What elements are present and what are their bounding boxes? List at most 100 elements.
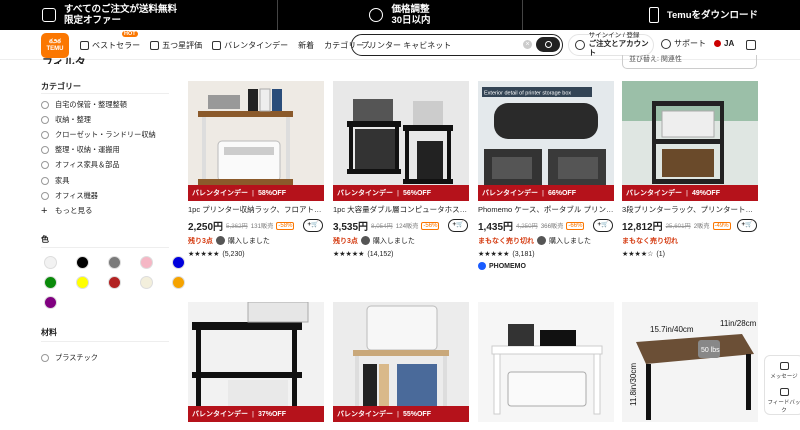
nav-best-sellers[interactable]: ベストセラー HOT — [80, 30, 140, 51]
product-image[interactable]: バレンタインデー | 55%OFF — [333, 302, 469, 422]
color-swatch[interactable] — [172, 256, 185, 269]
color-swatch[interactable] — [76, 256, 89, 269]
promo-line: すべてのご注文が送料無料 — [64, 4, 177, 15]
product-photo — [478, 302, 614, 422]
purchase-status: 購入しました — [549, 237, 591, 245]
category-item[interactable]: 家具 — [41, 173, 169, 188]
promo-free-shipping[interactable]: すべてのご注文が送料無料 限定オファー — [0, 0, 277, 30]
color-swatch[interactable] — [44, 276, 57, 289]
deal-discount: 49%OFF — [691, 189, 720, 197]
rating-row: ★★★★★ (14,152) — [333, 249, 469, 259]
stock-status: まもなく売り切れ — [622, 237, 678, 245]
promo-price-adjust[interactable]: 価格調整 30日以内 — [276, 0, 524, 30]
color-swatch[interactable] — [140, 256, 153, 269]
color-swatches — [44, 256, 187, 309]
nav-valentines[interactable]: バレンタインデー — [212, 40, 288, 51]
category-item[interactable]: クローゼット・ランドリー収納 — [41, 127, 169, 142]
material-title: 材料 — [41, 328, 57, 337]
deal-discount: 37%OFF — [257, 410, 286, 418]
original-price: 4,250円 — [516, 223, 538, 230]
support-button[interactable]: サポート — [661, 38, 706, 49]
clear-icon[interactable]: × — [523, 40, 532, 49]
show-more-button[interactable]: + もっと見る — [41, 203, 169, 218]
account-button[interactable]: サインイン / 登録 ご注文とアカウント — [568, 32, 654, 57]
product-title[interactable]: 1pc 大容量ダブル層コンピュータホス… — [333, 205, 469, 215]
price-row: 1,435円 4,250円 366販売 -66% +🛒 — [478, 219, 614, 233]
category-item[interactable]: 収納・整理 — [41, 112, 169, 127]
product-image[interactable]: バレンタインデー | 37%OFF — [188, 302, 324, 422]
deal-band: バレンタインデー | 55%OFF — [333, 406, 469, 422]
cart-icon[interactable] — [746, 40, 756, 50]
deal-discount: 58%OFF — [257, 189, 286, 197]
deal-band: バレンタインデー | 58%OFF — [188, 185, 324, 201]
messages-button[interactable]: メッセージ — [765, 356, 800, 386]
sold-count: 124販売 — [395, 223, 419, 230]
product-card[interactable]: Exterior detail of printer storage box バ… — [478, 81, 614, 270]
add-to-cart-button[interactable]: +🛒 — [593, 219, 613, 232]
product-title[interactable]: 1pc プリンター収納ラック、フロアト… — [188, 205, 324, 215]
nav-new-arrivals[interactable]: 新着 — [298, 40, 314, 51]
product-title[interactable]: 3段プリンターラック、プリンタート… — [622, 205, 758, 215]
product-image[interactable]: バレンタインデー | 56%OFF — [333, 81, 469, 201]
product-card[interactable]: バレンタインデー | 56%OFF 1pc 大容量ダブル層コンピュータホス… 3,5… — [333, 81, 469, 259]
category-item[interactable]: 整理・収納・運搬用 — [41, 143, 169, 158]
color-swatch[interactable] — [172, 276, 185, 289]
coin-icon — [369, 8, 384, 22]
promo-download-app[interactable]: Temuをダウンロード — [523, 0, 800, 30]
search-button[interactable] — [536, 37, 560, 52]
radio-icon — [41, 146, 49, 155]
category-label: オフィス機器 — [55, 190, 98, 200]
product-card[interactable]: 15.7in/40cm 11in/28cm 11.8in/30cm 50 lbs — [622, 302, 758, 422]
category-item[interactable]: 自宅の保管・整理整頓 — [41, 97, 169, 112]
material-item[interactable]: プラスチック — [41, 350, 98, 365]
color-swatch[interactable] — [140, 276, 153, 289]
deal-band: バレンタインデー | 56%OFF — [333, 185, 469, 201]
category-item[interactable]: オフィス機器 — [41, 188, 169, 203]
product-image[interactable]: バレンタインデー | 49%OFF — [622, 81, 758, 201]
product-card[interactable]: バレンタインデー | 49%OFF 3段プリンターラック、プリンタート… 12,81… — [622, 81, 758, 259]
product-image[interactable]: Exterior detail of printer storage box バ… — [478, 81, 614, 201]
star-rating: ★★★★☆ — [622, 251, 654, 258]
sort-dropdown[interactable]: 並び替え: 関連性 — [622, 55, 757, 69]
product-image[interactable]: 15.7in/40cm 11in/28cm 11.8in/30cm 50 lbs — [622, 302, 758, 422]
rating-row: ★★★★☆ (1) — [622, 249, 758, 259]
dimension-label: 15.7in/40cm — [650, 325, 694, 334]
support-label: サポート — [674, 39, 706, 48]
stock-status: 残り3点 — [333, 237, 358, 245]
brand-row[interactable]: PHOMEMO — [478, 262, 614, 270]
filter-title: フィルタ — [42, 57, 86, 64]
search-input[interactable]: プリンター キャビネット — [361, 40, 451, 51]
nav-five-star[interactable]: 五つ星評価 — [150, 40, 202, 51]
brand-name: PHOMEMO — [489, 262, 526, 270]
user-icon — [575, 40, 585, 50]
language-selector[interactable]: JA — [714, 39, 734, 48]
radio-icon — [41, 353, 49, 362]
color-swatch[interactable] — [44, 256, 57, 269]
product-photo — [188, 81, 324, 201]
feedback-button[interactable]: フィードバック — [765, 386, 800, 416]
logo-mark: ఠ౨ఠ — [49, 38, 61, 45]
product-image[interactable] — [478, 302, 614, 422]
add-to-cart-button[interactable]: +🛒 — [737, 219, 757, 232]
color-swatch[interactable] — [108, 256, 121, 269]
color-swatch[interactable] — [108, 276, 121, 289]
product-card[interactable]: バレンタインデー | 58%OFF 1pc プリンター収納ラック、フロアト… 2,2… — [188, 81, 324, 259]
buyer-avatar — [360, 236, 370, 245]
product-card[interactable]: バレンタインデー | 55%OFF — [333, 302, 469, 422]
product-card[interactable] — [478, 302, 614, 422]
product-title[interactable]: Phomemo ケース、ポータブル プリン… — [478, 205, 614, 215]
category-item[interactable]: オフィス家具＆部品 — [41, 158, 169, 173]
category-label: 家具 — [55, 175, 70, 185]
radio-icon — [41, 130, 49, 139]
color-swatch[interactable] — [44, 296, 57, 309]
add-to-cart-button[interactable]: +🛒 — [448, 219, 468, 232]
add-to-cart-button[interactable]: +🛒 — [303, 219, 323, 232]
color-swatch[interactable] — [76, 276, 89, 289]
product-photo — [333, 302, 469, 422]
search-bar[interactable]: プリンター キャビネット × — [351, 34, 563, 56]
deal-discount: 56%OFF — [402, 189, 431, 197]
main-nav: ベストセラー HOT 五つ星評価 バレンタインデー 新着 カテゴリー ⌄ — [80, 30, 373, 60]
product-image[interactable]: バレンタインデー | 58%OFF — [188, 81, 324, 201]
product-card[interactable]: バレンタインデー | 37%OFF — [188, 302, 324, 422]
sort-label: 並び替え: 関連性 — [629, 56, 682, 63]
